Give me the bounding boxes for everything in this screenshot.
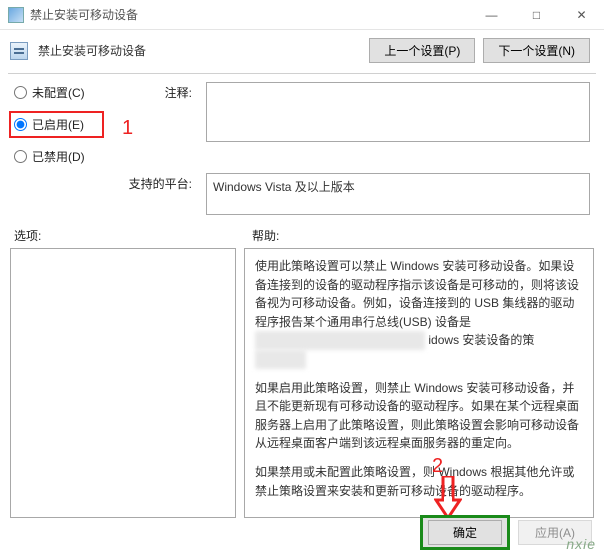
ok-button[interactable]: 确定	[428, 520, 502, 545]
radio-disabled-input[interactable]	[14, 150, 27, 163]
radio-disabled-label: 已禁用(D)	[32, 148, 85, 165]
page-title: 禁止安装可移动设备	[38, 42, 359, 59]
maximize-button[interactable]: □	[514, 0, 559, 29]
radio-disabled[interactable]: 已禁用(D)	[14, 148, 114, 165]
radio-enabled[interactable]: 已启用(E)	[9, 111, 104, 138]
previous-setting-button[interactable]: 上一个设置(P)	[369, 38, 475, 63]
radio-not-configured-input[interactable]	[14, 86, 27, 99]
ok-button-highlight: 确定	[420, 515, 510, 550]
redacted-text: ██████	[255, 350, 306, 369]
close-button[interactable]: ✕	[559, 0, 604, 29]
radio-not-configured[interactable]: 未配置(C)	[14, 84, 114, 101]
options-pane	[10, 248, 236, 518]
window-title: 禁止安装可移动设备	[30, 6, 469, 23]
help-label: 帮助:	[252, 227, 279, 244]
panes: 使用此策略设置可以禁止 Windows 安装可移动设备。如果设备连接到的设备的驱…	[0, 248, 604, 518]
radio-not-configured-label: 未配置(C)	[32, 84, 85, 101]
radio-enabled-label: 已启用(E)	[32, 116, 84, 133]
comment-label: 注释:	[128, 82, 192, 101]
config-area: 未配置(C) 已启用(E) 已禁用(D) 注释: 支持的平台: Windows …	[0, 74, 604, 221]
supported-platform-text: Windows Vista 及以上版本	[213, 180, 355, 194]
help-paragraph-2: 如果启用此策略设置，则禁止 Windows 安装可移动设备，并且不能更新现有可移…	[255, 379, 583, 453]
comment-textarea[interactable]	[206, 82, 590, 142]
policy-icon	[10, 42, 28, 60]
platform-label: 支持的平台:	[128, 173, 192, 192]
options-label: 选项:	[14, 227, 242, 244]
help-pane: 使用此策略设置可以禁止 Windows 安装可移动设备。如果设备连接到的设备的驱…	[244, 248, 594, 518]
redacted-text: ████████████████████	[255, 331, 425, 350]
radio-enabled-input[interactable]	[14, 118, 27, 131]
mid-labels: 选项: 帮助:	[0, 221, 604, 248]
minimize-button[interactable]: —	[469, 0, 514, 29]
apply-button[interactable]: 应用(A)	[518, 520, 592, 545]
dialog-footer: 确定 应用(A)	[420, 515, 592, 550]
window-titlebar: 禁止安装可移动设备 — □ ✕	[0, 0, 604, 30]
help-paragraph-1: 使用此策略设置可以禁止 Windows 安装可移动设备。如果设备连接到的设备的驱…	[255, 257, 583, 369]
app-icon	[8, 7, 24, 23]
header-row: 禁止安装可移动设备 上一个设置(P) 下一个设置(N)	[0, 30, 604, 73]
radio-group: 未配置(C) 已启用(E) 已禁用(D)	[14, 82, 114, 165]
next-setting-button[interactable]: 下一个设置(N)	[483, 38, 590, 63]
help-paragraph-3: 如果禁用或未配置此策略设置，则 Windows 根据其他允许或禁止策略设置来安装…	[255, 463, 583, 500]
supported-platform-box: Windows Vista 及以上版本	[206, 173, 590, 215]
